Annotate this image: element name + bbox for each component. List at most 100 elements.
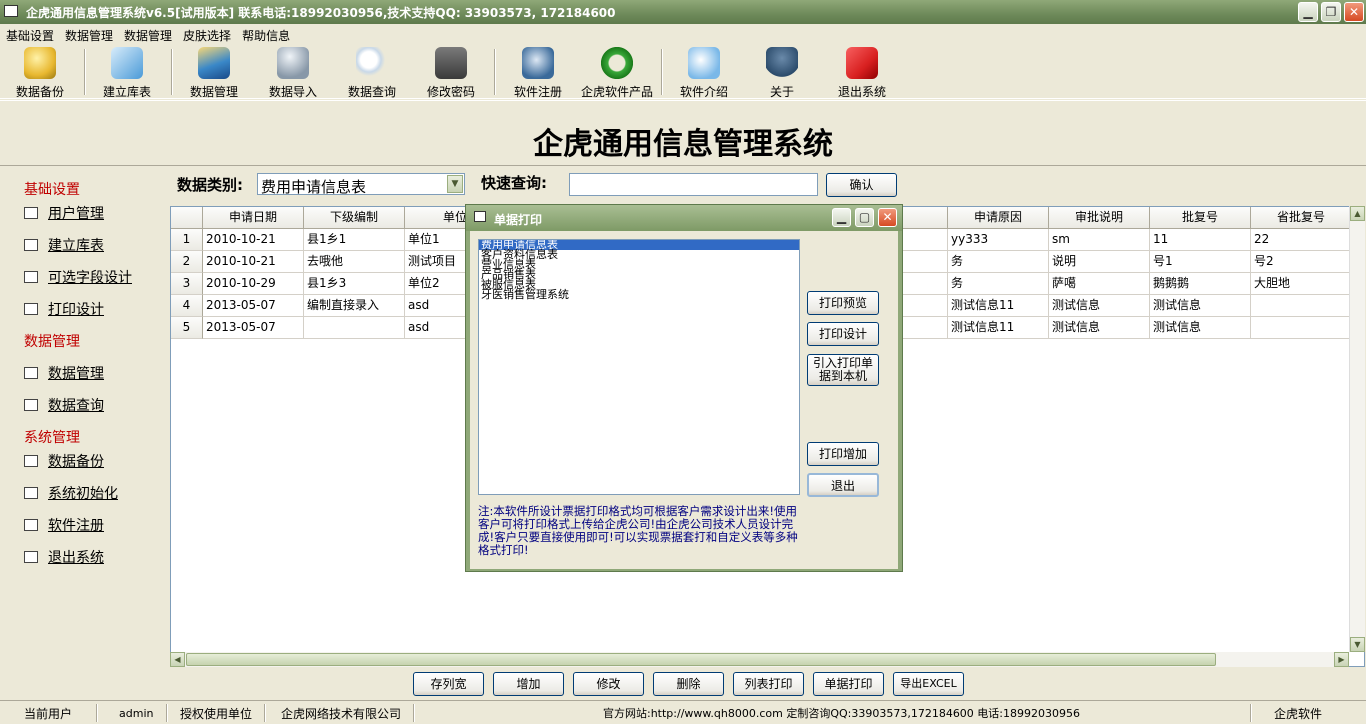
column-header[interactable]: 批复号 bbox=[1150, 207, 1251, 229]
table-cell[interactable]: 11 bbox=[1150, 229, 1251, 251]
toolbar-products-button[interactable]: 企虎软件产品 bbox=[577, 47, 657, 100]
dialog-exit-button[interactable]: 退出 bbox=[807, 473, 879, 497]
sidebar-item-exit[interactable]: 退出系统 bbox=[24, 547, 104, 567]
table-cell[interactable] bbox=[1251, 317, 1352, 339]
dialog-minimize-button[interactable]: ▁ bbox=[832, 208, 851, 227]
refresh-icon bbox=[601, 47, 633, 79]
chevron-down-icon[interactable]: ▼ bbox=[447, 175, 463, 193]
table-cell[interactable]: 2010-10-21 bbox=[203, 251, 304, 273]
list-item[interactable]: 牙医销售管理系统 bbox=[479, 289, 799, 300]
table-cell[interactable]: yy333 bbox=[948, 229, 1049, 251]
minimize-button[interactable]: ▁ bbox=[1298, 2, 1318, 22]
table-cell[interactable]: 2013-05-07 bbox=[203, 295, 304, 317]
print-design-button[interactable]: 打印设计 bbox=[807, 322, 879, 346]
add-button[interactable]: 增加 bbox=[493, 672, 564, 696]
table-cell[interactable]: 编制直接录入 bbox=[304, 295, 405, 317]
column-header[interactable]: 省批复号 bbox=[1251, 207, 1352, 229]
delete-button[interactable]: 删除 bbox=[653, 672, 724, 696]
table-cell[interactable]: sm bbox=[1049, 229, 1150, 251]
table-cell[interactable]: 号1 bbox=[1150, 251, 1251, 273]
menu-data-manage[interactable]: 数据管理 bbox=[59, 24, 118, 44]
table-cell[interactable]: 2013-05-07 bbox=[203, 317, 304, 339]
scroll-right-icon[interactable]: ▶ bbox=[1334, 652, 1349, 667]
menu-basic-settings[interactable]: 基础设置 bbox=[0, 24, 59, 44]
table-cell[interactable]: 县1乡1 bbox=[304, 229, 405, 251]
dialog-maximize-button[interactable]: ▢ bbox=[855, 208, 874, 227]
table-cell[interactable]: 号2 bbox=[1251, 251, 1352, 273]
toolbar-exit-button[interactable]: 退出系统 bbox=[822, 47, 902, 100]
table-cell[interactable]: 县1乡3 bbox=[304, 273, 405, 295]
maximize-button[interactable]: ❐ bbox=[1321, 2, 1341, 22]
confirm-button[interactable]: 确认 bbox=[826, 173, 897, 197]
table-cell[interactable] bbox=[1251, 295, 1352, 317]
scroll-thumb[interactable] bbox=[186, 653, 1216, 666]
sidebar-item-backup[interactable]: 数据备份 bbox=[24, 451, 104, 471]
sidebar-item-users[interactable]: 用户管理 bbox=[24, 203, 104, 223]
vertical-scrollbar[interactable]: ▲ ▼ bbox=[1349, 206, 1365, 652]
toolbar-register-button[interactable]: 软件注册 bbox=[498, 47, 578, 100]
toolbar-import-button[interactable]: 数据导入 bbox=[253, 47, 333, 100]
print-preview-button[interactable]: 打印预览 bbox=[807, 291, 879, 315]
table-cell[interactable]: 测试信息 bbox=[1150, 317, 1251, 339]
table-cell[interactable]: 测试信息11 bbox=[948, 295, 1049, 317]
form-print-button[interactable]: 单据打印 bbox=[813, 672, 884, 696]
sidebar-item-init[interactable]: 系统初始化 bbox=[24, 483, 118, 503]
toolbar-query-button[interactable]: 数据查询 bbox=[332, 47, 412, 100]
dialog-close-button[interactable]: ✕ bbox=[878, 208, 897, 227]
row-number[interactable]: 5 bbox=[171, 317, 203, 339]
row-number[interactable]: 4 bbox=[171, 295, 203, 317]
table-cell[interactable]: 2010-10-21 bbox=[203, 229, 304, 251]
table-cell[interactable]: 去哦他 bbox=[304, 251, 405, 273]
column-header[interactable]: 申请日期 bbox=[203, 207, 304, 229]
sidebar-item-print-design[interactable]: 打印设计 bbox=[24, 299, 104, 319]
sidebar-item-create-table[interactable]: 建立库表 bbox=[24, 235, 104, 255]
menu-help[interactable]: 帮助信息 bbox=[236, 24, 295, 44]
sidebar-item-data-query[interactable]: 数据查询 bbox=[24, 395, 104, 415]
table-cell[interactable]: 22 bbox=[1251, 229, 1352, 251]
row-number[interactable]: 1 bbox=[171, 229, 203, 251]
toolbar-backup-button[interactable]: 数据备份 bbox=[0, 47, 80, 100]
close-button[interactable]: ✕ bbox=[1344, 2, 1364, 22]
toolbar-create-table-button[interactable]: 建立库表 bbox=[87, 47, 167, 100]
column-header[interactable]: 下级编制 bbox=[304, 207, 405, 229]
table-cell[interactable] bbox=[304, 317, 405, 339]
scroll-up-icon[interactable]: ▲ bbox=[1350, 206, 1365, 221]
table-cell[interactable]: 测试信息11 bbox=[948, 317, 1049, 339]
row-number[interactable]: 3 bbox=[171, 273, 203, 295]
category-select[interactable]: 费用申请信息表 ▼ bbox=[257, 173, 465, 196]
row-number[interactable]: 2 bbox=[171, 251, 203, 273]
import-print-button[interactable]: 引入打印单据到本机 bbox=[807, 354, 879, 386]
scroll-left-icon[interactable]: ◀ bbox=[170, 652, 185, 667]
toolbar-intro-button[interactable]: 软件介绍 bbox=[664, 47, 744, 100]
table-cell[interactable]: 测试信息 bbox=[1049, 295, 1150, 317]
menu-skin[interactable]: 皮肤选择 bbox=[177, 24, 236, 44]
sidebar-item-data-manage[interactable]: 数据管理 bbox=[24, 363, 104, 383]
column-header[interactable]: 申请原因 bbox=[948, 207, 1049, 229]
export-excel-button[interactable]: 导出EXCEL bbox=[893, 672, 964, 696]
table-cell[interactable]: 大胆地 bbox=[1251, 273, 1352, 295]
sidebar-item-register[interactable]: 软件注册 bbox=[24, 515, 104, 535]
toolbar-about-button[interactable]: 关于 bbox=[742, 47, 822, 100]
row-number-header bbox=[171, 207, 203, 229]
sidebar-item-field-design[interactable]: 可选字段设计 bbox=[24, 267, 132, 287]
column-header[interactable]: 审批说明 bbox=[1049, 207, 1150, 229]
toolbar-password-button[interactable]: 修改密码 bbox=[411, 47, 491, 100]
menu-data-manage-2[interactable]: 数据管理 bbox=[118, 24, 177, 44]
save-column-width-button[interactable]: 存列宽 bbox=[413, 672, 484, 696]
table-cell[interactable]: 萨噶 bbox=[1049, 273, 1150, 295]
table-cell[interactable]: 务 bbox=[948, 251, 1049, 273]
table-cell[interactable]: 测试信息 bbox=[1049, 317, 1150, 339]
horizontal-scrollbar[interactable]: ◀ ▶ bbox=[170, 652, 1349, 667]
form-list[interactable]: 费用申请信息表 客户资料信息表 营业信息表 产品销售表 被服信息表 牙医销售管理… bbox=[478, 239, 800, 495]
table-cell[interactable]: 测试信息 bbox=[1150, 295, 1251, 317]
table-cell[interactable]: 务 bbox=[948, 273, 1049, 295]
edit-button[interactable]: 修改 bbox=[573, 672, 644, 696]
table-cell[interactable]: 2010-10-29 bbox=[203, 273, 304, 295]
scroll-down-icon[interactable]: ▼ bbox=[1350, 637, 1365, 652]
toolbar-data-manage-button[interactable]: 数据管理 bbox=[174, 47, 254, 100]
print-add-button[interactable]: 打印增加 bbox=[807, 442, 879, 466]
quick-search-input[interactable] bbox=[569, 173, 818, 196]
table-cell[interactable]: 鹅鹅鹅 bbox=[1150, 273, 1251, 295]
list-print-button[interactable]: 列表打印 bbox=[733, 672, 804, 696]
table-cell[interactable]: 说明 bbox=[1049, 251, 1150, 273]
